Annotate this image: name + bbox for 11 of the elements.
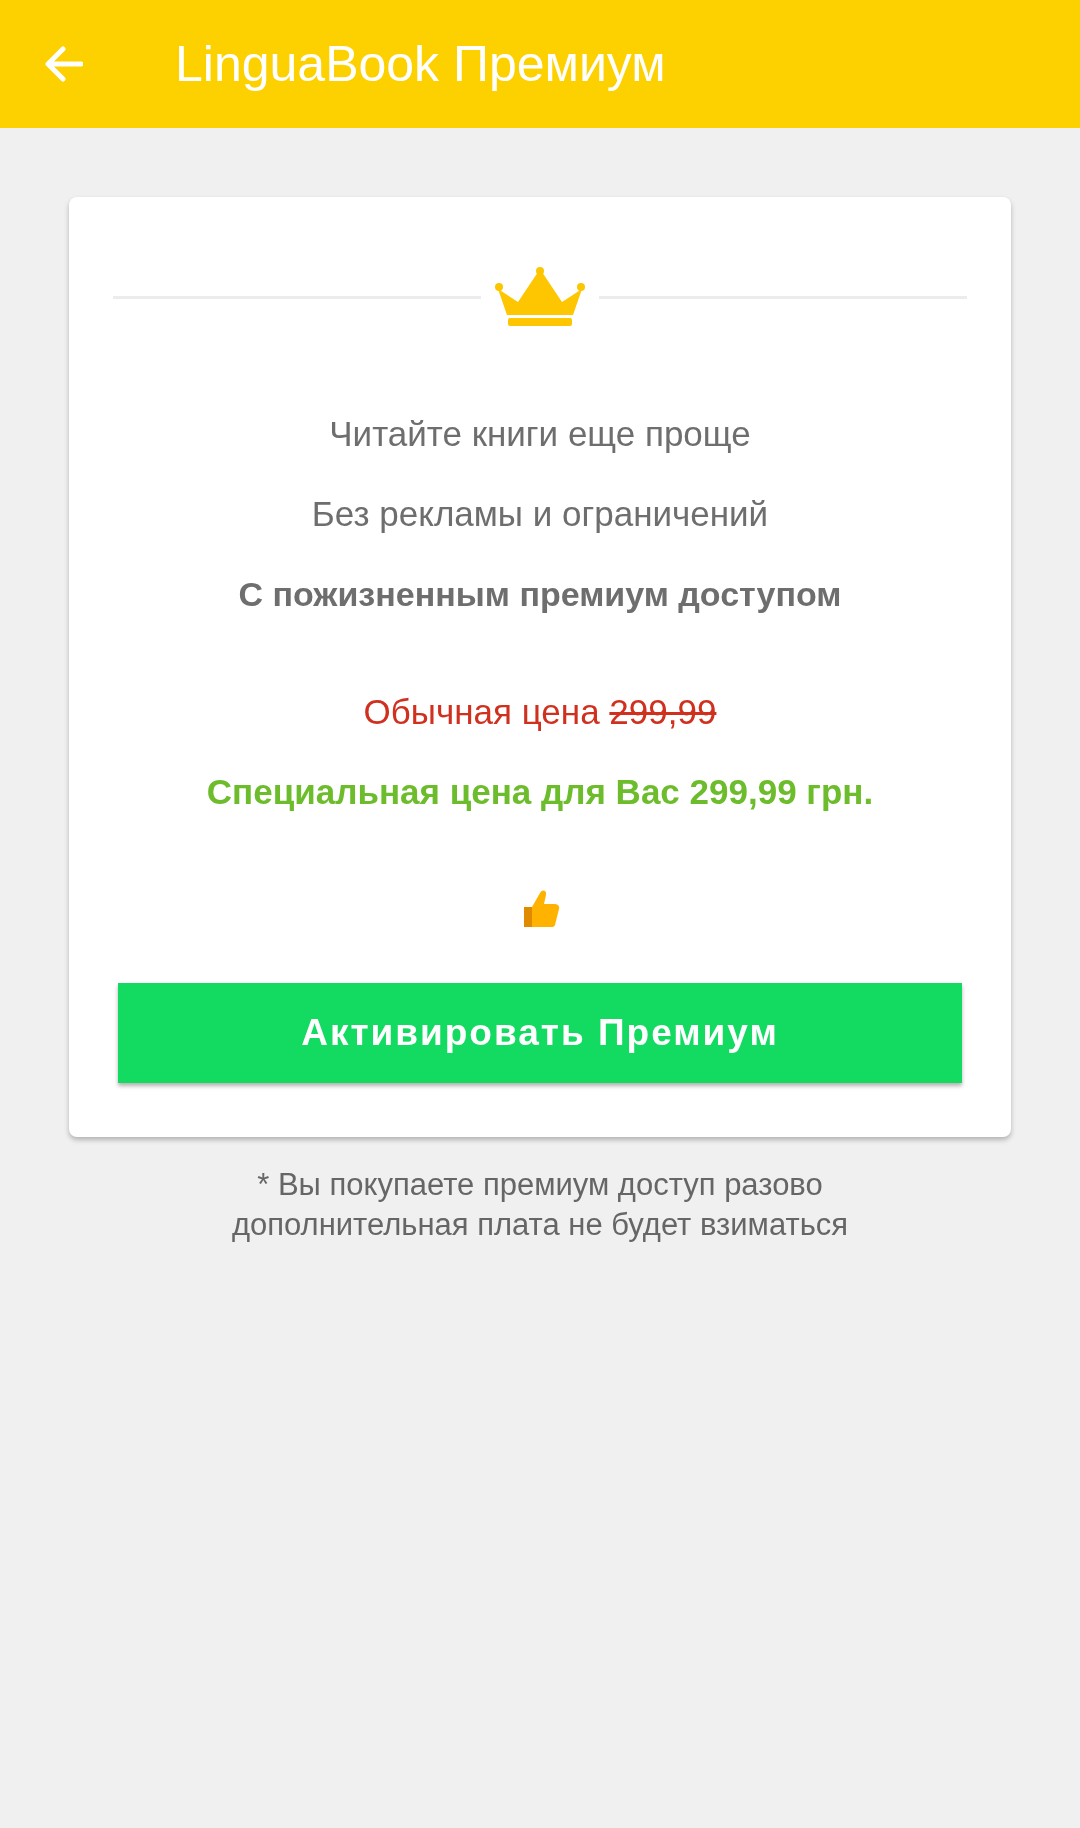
activate-premium-button[interactable]: Активировать Премиум	[118, 983, 962, 1083]
feature-text: С пожизненным премиум доступом	[238, 574, 842, 615]
crown-icon	[495, 267, 585, 327]
special-price: Специальная цена для Вас 299,99 грн.	[206, 771, 874, 813]
footnote-text: * Вы покупаете премиум доступ разово	[257, 1166, 823, 1204]
screen-title: LinguaBook Премиум	[175, 35, 666, 93]
feature-text: Читайте книги еще проще	[329, 413, 751, 455]
feature-text: Без рекламы и ограничений	[311, 493, 769, 535]
regular-price: Обычная цена 299,99	[363, 691, 717, 733]
back-arrow-icon	[45, 46, 83, 82]
footnote-text: дополнительная плата не будет взиматься	[231, 1206, 849, 1244]
